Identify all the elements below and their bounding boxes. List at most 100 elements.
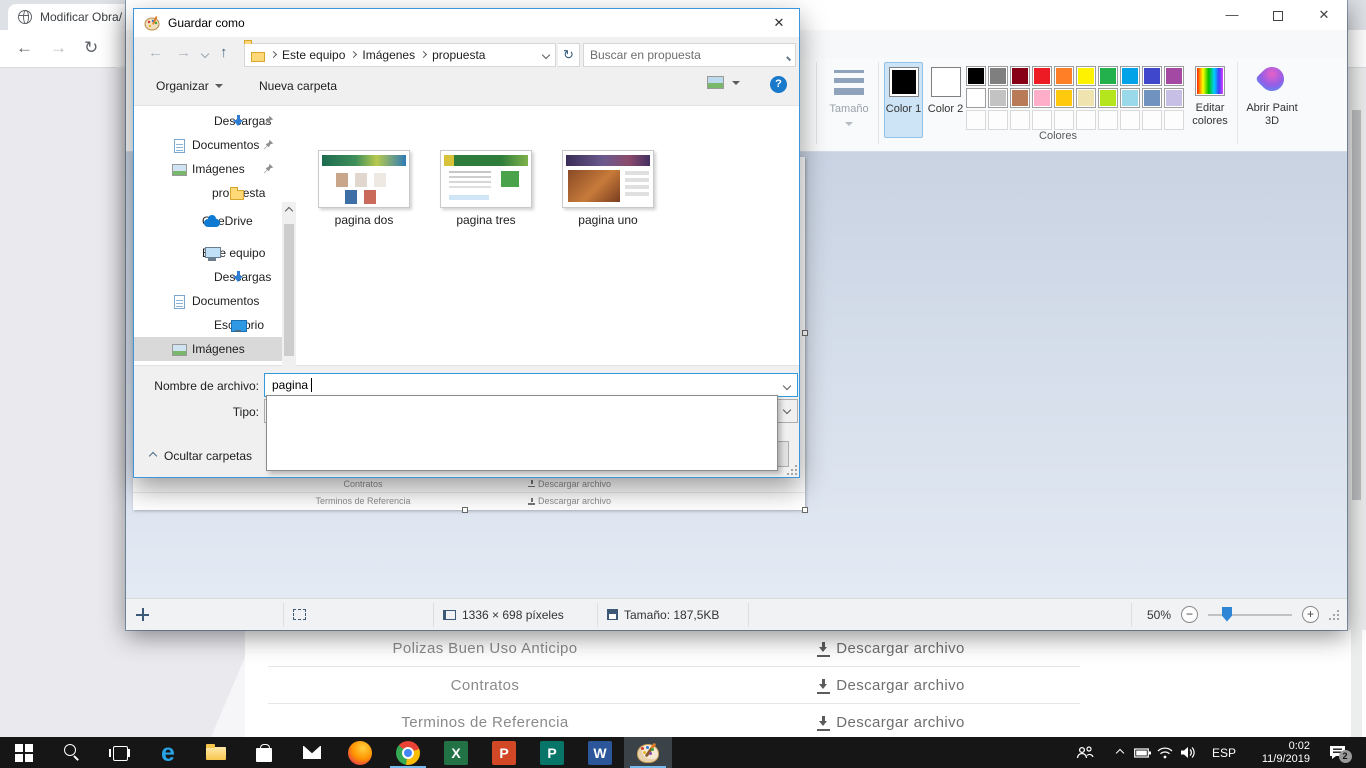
taskbar-button[interactable] bbox=[336, 737, 384, 768]
palette-swatch-empty[interactable] bbox=[1142, 110, 1162, 130]
palette-swatch-empty[interactable] bbox=[966, 110, 986, 130]
sidebar-item[interactable]: Imágenes bbox=[134, 157, 282, 181]
palette-swatch-empty[interactable] bbox=[1054, 110, 1074, 130]
dialog-titlebar[interactable]: Guardar como ✕ bbox=[134, 9, 799, 37]
maximize-button[interactable] bbox=[1255, 0, 1301, 30]
zoom-slider-handle[interactable] bbox=[1222, 607, 1232, 622]
taskbar-button[interactable] bbox=[48, 737, 96, 768]
file-type-dropdown-icon[interactable] bbox=[777, 400, 797, 422]
taskbar-button[interactable] bbox=[96, 737, 144, 768]
breadcrumb[interactable]: Este equipo Imágenes propuesta bbox=[244, 43, 556, 67]
tray-expand-icon[interactable] bbox=[1110, 737, 1130, 768]
palette-swatch-empty[interactable] bbox=[1010, 110, 1030, 130]
color1-button[interactable]: Color 1 bbox=[884, 62, 923, 138]
nav-history-dropdown-icon[interactable] bbox=[201, 50, 209, 58]
palette-swatch[interactable] bbox=[1010, 66, 1030, 86]
zoom-out-button[interactable]: − bbox=[1181, 606, 1198, 623]
palette-swatch-empty[interactable] bbox=[1098, 110, 1118, 130]
canvas-resize-handle-corner[interactable] bbox=[802, 507, 808, 513]
palette-swatch[interactable] bbox=[1076, 88, 1096, 108]
reload-icon[interactable]: ↻ bbox=[84, 38, 98, 58]
sidebar-item[interactable]: Imágenes bbox=[134, 337, 282, 361]
file-item[interactable]: pagina tres bbox=[425, 150, 547, 227]
breadcrumb-item[interactable]: propuesta bbox=[432, 48, 485, 62]
palette-swatch[interactable] bbox=[1098, 88, 1118, 108]
palette-swatch[interactable] bbox=[1120, 66, 1140, 86]
language-indicator[interactable]: ESP bbox=[1204, 737, 1244, 768]
size-button[interactable]: Tamaño bbox=[824, 64, 874, 146]
dialog-close-button[interactable]: ✕ bbox=[759, 9, 799, 37]
taskbar-button[interactable] bbox=[0, 737, 48, 768]
palette-swatch-empty[interactable] bbox=[1076, 110, 1096, 130]
taskbar-button[interactable]: e bbox=[144, 737, 192, 768]
window-resize-grip[interactable] bbox=[1329, 610, 1339, 620]
file-item[interactable]: pagina uno bbox=[547, 150, 669, 227]
people-icon[interactable] bbox=[1072, 737, 1098, 768]
sidebar-item[interactable]: OneDrive bbox=[134, 209, 282, 233]
palette-swatch[interactable] bbox=[1120, 88, 1140, 108]
file-item[interactable]: pagina dos bbox=[303, 150, 425, 227]
organize-button[interactable]: Organizar bbox=[156, 79, 223, 93]
taskbar-button[interactable] bbox=[288, 737, 336, 768]
scroll-up-icon[interactable] bbox=[282, 202, 296, 218]
taskbar-button[interactable]: W bbox=[576, 737, 624, 768]
breadcrumb-item[interactable]: Este equipo bbox=[282, 48, 345, 62]
palette-swatch-empty[interactable] bbox=[1120, 110, 1140, 130]
filename-input[interactable]: pagina bbox=[264, 373, 798, 397]
view-mode-icon[interactable] bbox=[707, 76, 724, 89]
palette-swatch[interactable] bbox=[1164, 66, 1184, 86]
palette-swatch[interactable] bbox=[966, 66, 986, 86]
palette-swatch[interactable] bbox=[1076, 66, 1096, 86]
taskbar-button[interactable]: P bbox=[480, 737, 528, 768]
sidebar-item[interactable]: Este equipo bbox=[134, 241, 282, 265]
palette-swatch[interactable] bbox=[1054, 88, 1074, 108]
palette-swatch[interactable] bbox=[1010, 88, 1030, 108]
palette-swatch[interactable] bbox=[1142, 88, 1162, 108]
zoom-in-button[interactable]: + bbox=[1302, 606, 1319, 623]
taskbar-button[interactable] bbox=[240, 737, 288, 768]
refresh-icon[interactable]: ↻ bbox=[558, 43, 580, 67]
sidebar-item[interactable]: Documentos bbox=[134, 289, 282, 313]
taskbar-button[interactable] bbox=[192, 737, 240, 768]
back-icon[interactable]: ← bbox=[16, 38, 33, 58]
volume-icon[interactable] bbox=[1176, 737, 1202, 768]
dialog-help-icon[interactable]: ? bbox=[770, 76, 787, 93]
open-paint3d-button[interactable]: Abrir Paint 3D bbox=[1243, 64, 1301, 146]
scrollbar-thumb[interactable] bbox=[1352, 110, 1361, 500]
clock[interactable]: 0:02 11/9/2019 bbox=[1244, 737, 1310, 768]
notification-icon[interactable]: 2 bbox=[1322, 737, 1352, 768]
palette-swatch-empty[interactable] bbox=[988, 110, 1008, 130]
sidebar-item[interactable]: Descargas bbox=[134, 265, 282, 289]
palette-swatch[interactable] bbox=[1142, 66, 1162, 86]
download-link[interactable]: Descargar archivo bbox=[702, 640, 1080, 657]
palette-swatch[interactable] bbox=[988, 66, 1008, 86]
sidebar-item[interactable]: propuesta bbox=[134, 181, 282, 205]
new-folder-button[interactable]: Nueva carpeta bbox=[259, 79, 337, 93]
view-mode-dropdown-icon[interactable] bbox=[732, 81, 740, 85]
palette-swatch[interactable] bbox=[1054, 66, 1074, 86]
download-link[interactable]: Descargar archivo bbox=[702, 714, 1080, 731]
taskbar-button[interactable] bbox=[624, 737, 672, 768]
battery-icon[interactable] bbox=[1130, 737, 1154, 768]
palette-swatch-empty[interactable] bbox=[1032, 110, 1052, 130]
hide-folders-button[interactable]: Ocultar carpetas bbox=[150, 449, 252, 463]
palette-swatch[interactable] bbox=[1032, 88, 1052, 108]
forward-icon[interactable]: → bbox=[50, 38, 67, 58]
taskbar-button[interactable] bbox=[384, 737, 432, 768]
dialog-up-icon[interactable]: ↑ bbox=[220, 44, 228, 61]
page-scrollbar[interactable] bbox=[1351, 68, 1362, 737]
palette-swatch[interactable] bbox=[1164, 88, 1184, 108]
download-link[interactable]: Descargar archivo bbox=[702, 677, 1080, 694]
dialog-forward-icon[interactable]: → bbox=[176, 44, 191, 61]
search-icon[interactable] bbox=[780, 49, 789, 58]
palette-swatch[interactable] bbox=[1032, 66, 1052, 86]
wifi-icon[interactable] bbox=[1154, 737, 1176, 768]
search-box[interactable] bbox=[583, 43, 796, 67]
palette-swatch-empty[interactable] bbox=[1164, 110, 1184, 130]
search-input[interactable] bbox=[590, 45, 770, 65]
taskbar-button[interactable]: P bbox=[528, 737, 576, 768]
palette-swatch[interactable] bbox=[1098, 66, 1118, 86]
sidebar-item[interactable]: Escritorio bbox=[134, 313, 282, 337]
breadcrumb-item[interactable]: Imágenes bbox=[362, 48, 415, 62]
canvas-resize-handle-bottom[interactable] bbox=[462, 507, 468, 513]
